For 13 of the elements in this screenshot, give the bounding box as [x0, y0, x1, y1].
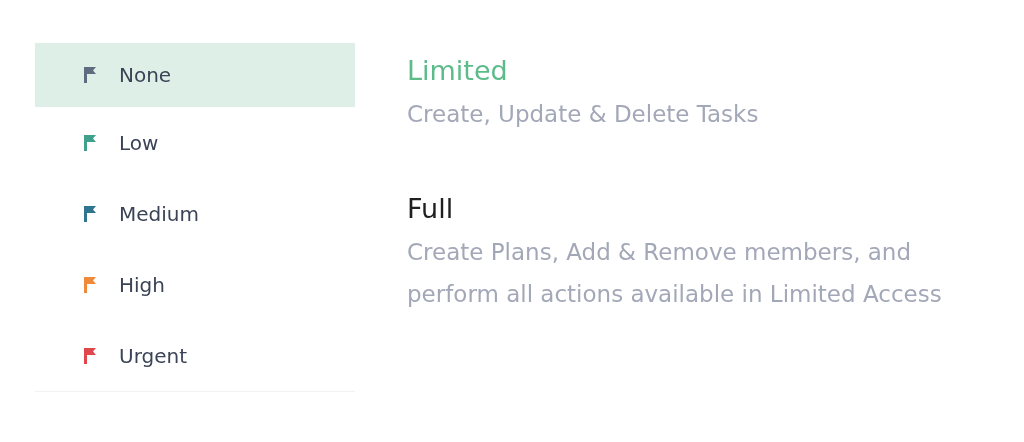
access-description: Create Plans, Add & Remove members, and perform all actions available in Limited Access: [407, 238, 943, 309]
priority-label: Low: [119, 130, 159, 155]
priority-option[interactable]: High: [35, 249, 355, 320]
access-title[interactable]: Full: [407, 191, 987, 227]
priority-label: Urgent: [119, 343, 188, 368]
priority-label: High: [119, 272, 165, 297]
priority-option[interactable]: None: [35, 43, 355, 107]
access-description: Create, Update & Delete Tasks: [407, 100, 760, 129]
priority-option[interactable]: Urgent: [35, 320, 355, 391]
priority-option[interactable]: Medium: [35, 178, 355, 249]
priority-label: Medium: [119, 201, 199, 226]
priority-label: None: [119, 63, 172, 87]
priority-option[interactable]: Low: [35, 107, 355, 178]
